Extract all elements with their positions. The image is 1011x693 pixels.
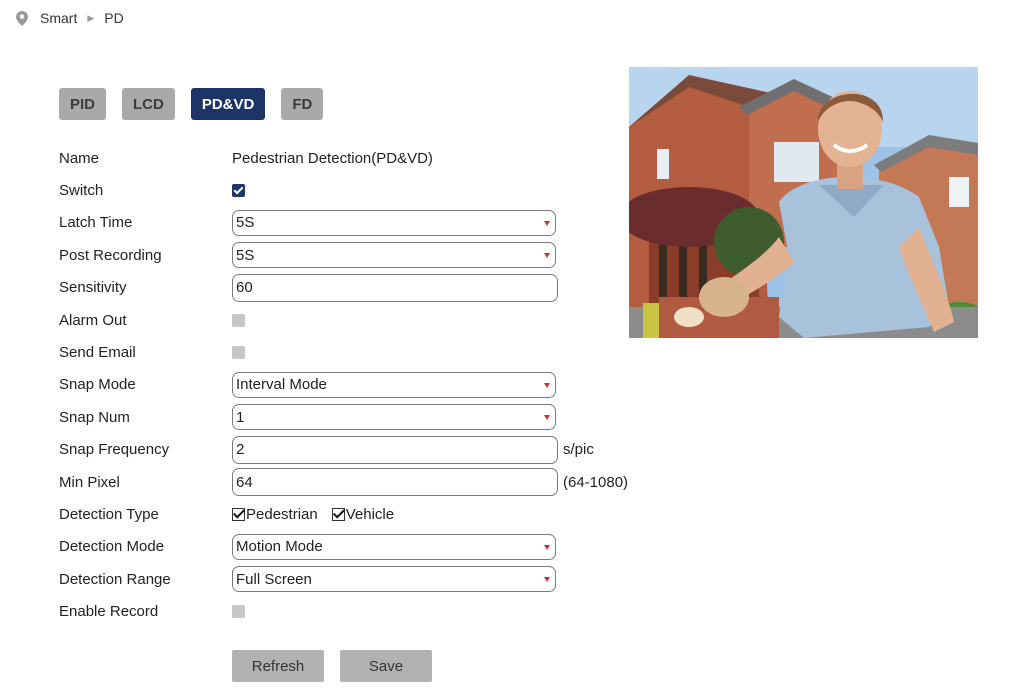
detection-type-vehicle[interactable]: Vehicle [331,505,395,523]
row-latch-time: Latch Time 5S [59,207,659,239]
camera-preview [629,67,978,338]
snap-num-value: 1 [236,408,245,426]
dropdown-arrow-icon [544,382,550,388]
settings-form: Name Pedestrian Detection(PD&VD) Switch … [59,142,659,628]
vehicle-label: Vehicle [345,505,395,523]
sensitivity-label: Sensitivity [59,279,127,297]
switch-label: Switch [59,182,104,200]
row-enable-record: Enable Record [59,595,659,627]
row-detection-range: Detection Range Full Screen [59,563,659,595]
post-recording-select[interactable]: 5S [232,242,556,269]
breadcrumb-pd: PD [104,10,124,26]
name-value: Pedestrian Detection(PD&VD) [232,149,433,167]
latch-time-value: 5S [236,214,255,232]
snap-frequency-unit: s/pic [563,441,594,459]
preview-image [629,67,978,338]
snap-frequency-label: Snap Frequency [59,441,170,459]
row-post-recording: Post Recording 5S [59,239,659,271]
detection-range-select[interactable]: Full Screen [232,566,556,593]
snap-frequency-input[interactable]: 2 [232,435,558,464]
alarm-out-checkbox[interactable] [232,313,245,327]
enable-record-label: Enable Record [59,603,159,621]
snap-num-label: Snap Num [59,408,130,426]
pedestrian-label: Pedestrian [246,505,318,523]
detection-range-label: Detection Range [59,570,171,588]
sensitivity-input[interactable]: 60 [232,273,558,302]
row-snap-num: Snap Num 1 [59,401,659,433]
row-send-email: Send Email [59,336,659,368]
dropdown-arrow-icon [544,544,550,550]
row-name: Name Pedestrian Detection(PD&VD) [59,142,659,174]
tab-pd-vd[interactable]: PD&VD [190,88,266,120]
pedestrian-checkbox[interactable] [232,507,245,521]
row-switch: Switch [59,174,659,206]
detection-mode-select[interactable]: Motion Mode [232,533,556,560]
send-email-checkbox[interactable] [232,346,245,360]
latch-time-label: Latch Time [59,214,133,232]
detection-mode-value: Motion Mode [236,538,323,556]
detection-mode-label: Detection Mode [59,538,165,556]
detection-range-value: Full Screen [236,570,312,588]
row-detection-mode: Detection Mode Motion Mode [59,531,659,563]
refresh-button[interactable]: Refresh [232,650,324,682]
send-email-label: Send Email [59,344,136,362]
min-pixel-label: Min Pixel [59,473,120,491]
dropdown-arrow-icon [544,253,550,259]
detection-type-label: Detection Type [59,505,159,523]
row-alarm-out: Alarm Out [59,304,659,336]
tab-lcd[interactable]: LCD [122,88,175,120]
post-recording-value: 5S [236,246,255,264]
dropdown-arrow-icon [544,577,550,583]
latch-time-select[interactable]: 5S [232,209,556,236]
vehicle-checkbox[interactable] [331,507,345,521]
post-recording-label: Post Recording [59,246,162,264]
detection-type-pedestrian[interactable]: Pedestrian [232,506,318,523]
action-buttons: Refresh Save [232,650,448,682]
breadcrumb-smart[interactable]: Smart [40,10,77,26]
snap-num-select[interactable]: 1 [232,404,556,431]
tab-pid[interactable]: PID [59,88,107,120]
location-pin-icon [16,10,28,26]
snap-mode-select[interactable]: Interval Mode [232,371,556,398]
detection-tabs: PID LCD PD&VD FD [59,88,339,120]
dropdown-arrow-icon [544,220,550,226]
row-snap-frequency: Snap Frequency 2 s/pic [59,434,659,466]
breadcrumb: Smart ▶ PD [16,10,124,26]
snap-mode-label: Snap Mode [59,376,136,394]
min-pixel-range: (64-1080) [563,473,629,491]
snap-mode-value: Interval Mode [236,376,327,394]
tab-fd[interactable]: FD [281,88,324,120]
dropdown-arrow-icon [544,415,550,421]
row-sensitivity: Sensitivity 60 [59,272,659,304]
row-snap-mode: Snap Mode Interval Mode [59,369,659,401]
row-min-pixel: Min Pixel 64 (64-1080) [59,466,659,498]
row-detection-type: Detection Type Pedestrian Vehicle [59,498,659,530]
enable-record-checkbox[interactable] [232,605,245,619]
name-label: Name [59,149,100,167]
save-button[interactable]: Save [340,650,432,682]
chevron-right-icon: ▶ [87,12,95,23]
alarm-out-label: Alarm Out [59,311,127,329]
min-pixel-input[interactable]: 64 [232,468,558,497]
switch-checkbox[interactable] [232,184,245,198]
